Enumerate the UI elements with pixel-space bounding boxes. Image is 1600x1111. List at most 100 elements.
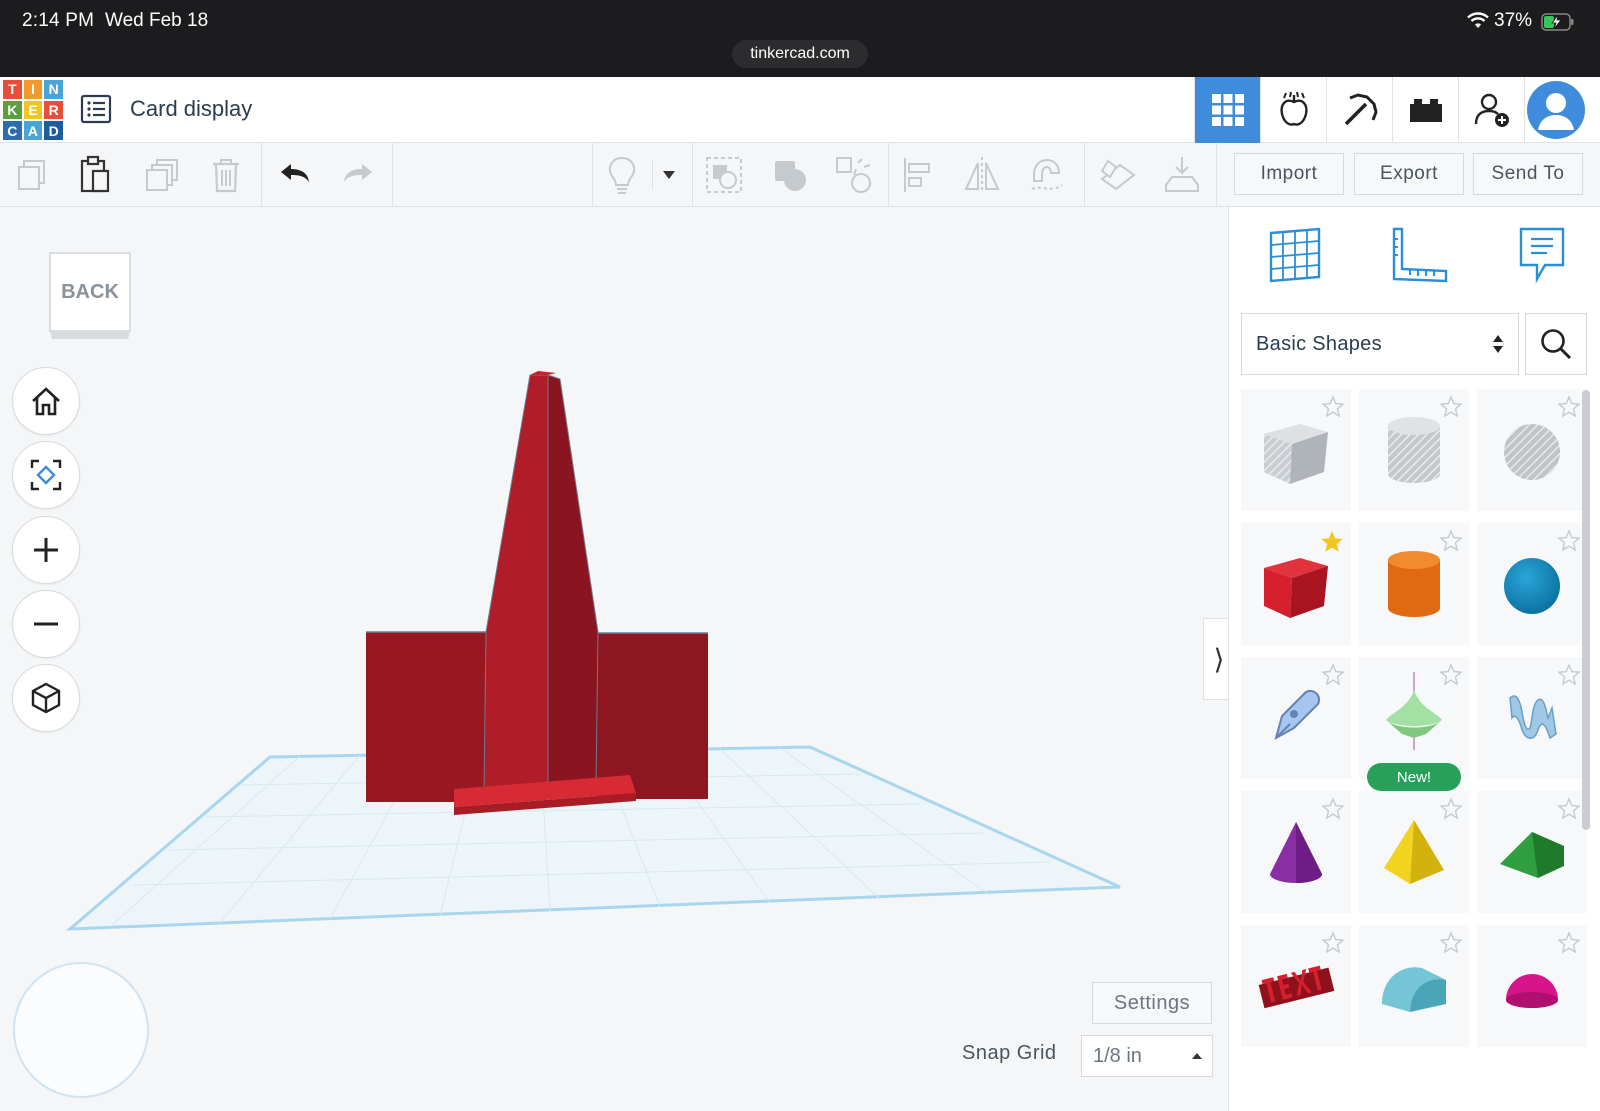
shape-search-button[interactable]	[1525, 313, 1587, 375]
3d-scene[interactable]	[0, 207, 1228, 1111]
ios-status-bar: 2:14 PM Wed Feb 18 tinkercad.com 37%	[0, 0, 1600, 77]
duplicate-button[interactable]	[140, 153, 184, 197]
favorite-star-icon[interactable]	[1321, 931, 1345, 960]
trash-icon	[213, 159, 239, 193]
ruler-tab[interactable]	[1387, 223, 1451, 287]
snap-grid-select[interactable]: 1/8 in	[1081, 1035, 1213, 1077]
3d-design-view-button[interactable]	[1194, 77, 1260, 143]
note-icon	[1519, 227, 1565, 284]
pickaxe-icon	[1344, 93, 1378, 126]
undo-button[interactable]	[273, 153, 317, 197]
visibility-dropdown-button[interactable]	[652, 153, 686, 197]
app-header: T I N K E R C A D Card display	[0, 77, 1600, 143]
favorite-star-icon[interactable]	[1557, 395, 1581, 424]
copy-button[interactable]	[10, 153, 54, 197]
grid-icon	[1211, 94, 1244, 126]
logo-letter: N	[44, 80, 63, 99]
zoom-in-button[interactable]	[12, 516, 80, 584]
favorite-star-icon[interactable]	[1439, 529, 1463, 558]
duplicate-icon	[146, 159, 178, 191]
favorite-star-icon[interactable]	[1439, 797, 1463, 826]
shape-category-label: Basic Shapes	[1256, 332, 1382, 355]
home-icon	[32, 387, 60, 416]
favorite-star-icon[interactable]	[1439, 663, 1463, 692]
ruler-drop-button[interactable]	[1160, 153, 1204, 197]
shape-pyramid[interactable]	[1359, 791, 1469, 913]
favorite-star-icon[interactable]	[1557, 797, 1581, 826]
sim-lab-button[interactable]	[1260, 77, 1326, 143]
send-to-button[interactable]: Send To	[1473, 153, 1583, 195]
group-button[interactable]	[702, 153, 746, 197]
workplane-viewport[interactable]: BACK ⟩ Settings Snap Grid 1/8 in	[0, 207, 1234, 1111]
zoom-out-button[interactable]	[12, 590, 80, 658]
add-user-icon	[1474, 93, 1509, 127]
design-title[interactable]: Card display	[130, 96, 252, 122]
shape-box-hole[interactable]	[1241, 389, 1351, 511]
shape-box[interactable]	[1241, 523, 1351, 645]
favorite-star-icon[interactable]	[1321, 395, 1345, 424]
show-hide-button[interactable]	[600, 153, 644, 197]
panel-scrollbar[interactable]	[1582, 390, 1590, 830]
search-icon	[1541, 329, 1572, 360]
favorite-star-icon[interactable]	[1321, 663, 1345, 692]
perspective-button[interactable]	[12, 664, 80, 732]
notes-tab[interactable]	[1510, 223, 1574, 287]
ungroup-button[interactable]	[768, 153, 812, 197]
workplane-button[interactable]	[1096, 153, 1140, 197]
settings-button[interactable]: Settings	[1092, 982, 1212, 1024]
favorite-star-icon[interactable]	[1439, 931, 1463, 960]
combine-icon	[775, 161, 806, 191]
favorite-star-icon[interactable]	[1321, 797, 1345, 826]
logo-letter: R	[44, 100, 63, 120]
user-avatar[interactable]	[1524, 77, 1586, 143]
shape-spinning-top[interactable]: New!	[1359, 657, 1469, 791]
home-view-button[interactable]	[12, 367, 80, 435]
shapes-grid: New!	[1241, 389, 1589, 1047]
align-shapes-button[interactable]	[832, 153, 876, 197]
shape-cylinder[interactable]	[1359, 523, 1469, 645]
design-list-button[interactable]	[78, 91, 114, 127]
url-pill[interactable]: tinkercad.com	[732, 40, 868, 68]
bricks-mode-button[interactable]	[1392, 77, 1458, 143]
shape-category-select[interactable]: Basic Shapes	[1241, 313, 1519, 375]
minecraft-mode-button[interactable]	[1326, 77, 1392, 143]
shape-text[interactable]	[1241, 925, 1351, 1047]
orbit-joystick[interactable]	[13, 962, 149, 1098]
fit-view-button[interactable]	[12, 441, 80, 509]
workplane-grid-icon	[1269, 227, 1321, 283]
redo-icon	[344, 164, 372, 182]
shape-cylinder-hole[interactable]	[1359, 389, 1469, 511]
invite-collaborator-button[interactable]	[1458, 77, 1524, 143]
favorite-star-icon[interactable]	[1319, 529, 1345, 560]
shape-half-sphere[interactable]	[1477, 925, 1587, 1047]
favorite-star-icon[interactable]	[1557, 663, 1581, 692]
card-display-model[interactable]	[366, 371, 708, 815]
align-button[interactable]	[896, 153, 940, 197]
shape-generator[interactable]	[1477, 657, 1587, 779]
redo-button[interactable]	[336, 153, 380, 197]
favorite-star-icon[interactable]	[1557, 529, 1581, 558]
shape-half-cylinder[interactable]	[1359, 925, 1469, 1047]
shape-sphere-hole[interactable]	[1477, 389, 1587, 511]
mirror-button[interactable]	[960, 153, 1004, 197]
cruise-button[interactable]	[1024, 153, 1068, 197]
favorite-star-icon[interactable]	[1557, 931, 1581, 960]
battery-icon	[1541, 12, 1575, 37]
delete-button[interactable]	[204, 153, 248, 197]
export-button[interactable]: Export	[1354, 153, 1464, 195]
tinkercad-logo[interactable]: T I N K E R C A D	[3, 80, 63, 140]
favorite-star-icon[interactable]	[1439, 395, 1463, 424]
import-button[interactable]: Import	[1234, 153, 1344, 195]
paste-button[interactable]	[73, 153, 117, 197]
view-cube[interactable]: BACK	[48, 251, 132, 341]
shape-cone[interactable]	[1241, 791, 1351, 913]
battery-percent: 37%	[1494, 10, 1533, 31]
shape-sphere[interactable]	[1477, 523, 1587, 645]
logo-letter: E	[23, 100, 43, 120]
shape-scribble[interactable]	[1241, 657, 1351, 779]
fit-icon	[30, 459, 62, 491]
logo-letter: K	[3, 100, 22, 120]
workplane-tab[interactable]	[1263, 223, 1327, 287]
shape-roof[interactable]	[1477, 791, 1587, 913]
logo-letter: D	[44, 121, 63, 140]
